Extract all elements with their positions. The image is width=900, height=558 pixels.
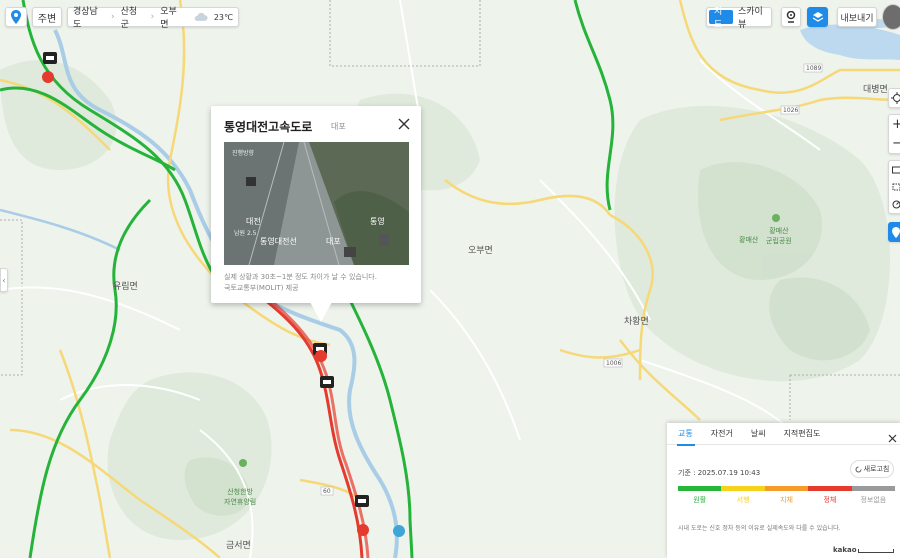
crosshair-icon [891, 92, 900, 104]
tab-bicycle[interactable]: 자전거 [711, 428, 733, 439]
cctv-icon [355, 495, 369, 507]
my-location-button[interactable] [888, 88, 900, 108]
street-view-icon [786, 11, 796, 23]
park-marker [772, 214, 780, 222]
nearby-label: 주변 [37, 13, 57, 25]
location-button[interactable] [5, 7, 27, 27]
close-button[interactable] [888, 428, 897, 447]
panel-tabs: 교통 자전거 날씨 지적편집도 [667, 423, 900, 445]
map-type-toggle: 지도 스카이뷰 [706, 4, 772, 30]
refresh-icon [855, 466, 862, 472]
popup-subtitle: 대포 [331, 122, 346, 131]
zoom-out-button[interactable]: − [892, 136, 900, 151]
layers-button[interactable] [807, 7, 828, 27]
popup-provider: 국토교통부(MOLIT) 제공 [224, 284, 299, 292]
legend-swatch [721, 486, 765, 491]
export-label: 내보내기 [840, 13, 874, 24]
close-icon [398, 118, 410, 130]
video-overlay-text: 진행방향 [232, 150, 255, 157]
panel-expand-button[interactable]: ‹ [0, 268, 8, 292]
map-type-map-button[interactable]: 지도 [709, 7, 733, 30]
legend-label: 서행 [736, 496, 750, 504]
avatar[interactable] [882, 4, 900, 30]
tab-traffic[interactable]: 교통 [678, 428, 693, 439]
cctv-video[interactable]: 진행방향 대전 남원 2.5 통영대전선 대포 통영 [224, 142, 409, 265]
popup-title: 통영대전고속도로 [224, 120, 313, 134]
map-viewport[interactable]: 1089 1026 1006 60 오부면 유림면 차황면 금서면 대병면 황매… [0, 0, 900, 558]
video-overlay-text: 남원 2.5 [234, 230, 257, 237]
traffic-timestamp: 기준 : 2025.07.19 10:43 [678, 469, 761, 477]
map-pin-icon [11, 10, 21, 24]
legend-label: 원활 [693, 496, 707, 504]
breadcrumb: 경상남도 › 산청군 › 오부면 23℃ [67, 4, 239, 30]
place-label: 황매산 [739, 236, 759, 244]
legend-swatch [678, 486, 722, 491]
close-button[interactable] [398, 115, 414, 131]
forest-marker [239, 459, 247, 467]
road-number: 1026 [783, 107, 798, 114]
chevron-left-icon: ‹ [2, 275, 6, 285]
video-overlay-text: 통영대전선 [260, 237, 297, 246]
legend-label: 지체 [780, 496, 793, 504]
popup-note: 실제 상황과 30초~1분 정도 차이가 날 수 있습니다. [224, 273, 377, 281]
zoom-controls: + − [888, 114, 900, 154]
place-label: 대병면 [863, 85, 888, 95]
cctv-popup: 통영대전고속도로 대포 진행방향 대전 남원 2.5 통영대전선 대포 통영 실… [211, 106, 421, 303]
place-label: 유림면 [113, 282, 138, 292]
map-type-sky-button[interactable]: 스카이뷰 [735, 4, 769, 30]
video-overlay-text: 대포 [326, 237, 341, 246]
tab-weather[interactable]: 날씨 [751, 428, 766, 439]
close-icon [888, 434, 897, 443]
traffic-footnote: 시내 도로는 신호 정차 등의 이유로 실제속도와 다를 수 있습니다. [678, 525, 841, 532]
legend-swatch [764, 486, 809, 491]
place-label: 황매산 군립공원 [766, 227, 792, 245]
scale-bar [858, 549, 894, 553]
nearby-button[interactable]: 주변 [32, 7, 62, 27]
poi-marker [393, 525, 405, 537]
temperature: 23℃ [213, 12, 233, 22]
place-label: 금서면 [226, 541, 251, 551]
legend-swatch [808, 486, 852, 491]
area-icon[interactable] [892, 183, 900, 191]
traffic-legend-bar [678, 486, 896, 491]
chevron-right-icon: › [111, 12, 115, 22]
video-overlay-text: 대전 [246, 217, 261, 226]
legend-label: 정체 [823, 496, 837, 504]
street-view-button[interactable] [781, 7, 801, 27]
cloud-icon [194, 12, 208, 21]
tab-cadastral[interactable]: 지적편집도 [784, 428, 821, 439]
pin-icon [892, 226, 900, 238]
place-label: 오부면 [468, 246, 493, 256]
cctv-icon [320, 376, 334, 388]
traffic-legend-labels: 원활 서행 지체 정체 정보없음 [678, 495, 895, 505]
road-view-button[interactable] [888, 222, 900, 242]
place-label: 산청한방 자연휴양림 [224, 488, 257, 506]
tool-group [888, 160, 900, 214]
zoom-in-button[interactable]: + [892, 117, 900, 132]
breadcrumb-item[interactable]: 오부면 [160, 4, 184, 30]
kakao-logo: kakao [833, 546, 857, 554]
popup-pointer [310, 302, 332, 322]
place-label: 차황면 [624, 317, 649, 327]
refresh-button[interactable]: 새로고침 [850, 460, 894, 478]
breadcrumb-item[interactable]: 경상남도 [73, 4, 105, 30]
road-number: 60 [323, 488, 331, 495]
chevron-right-icon: › [150, 12, 155, 22]
export-button[interactable]: 내보내기 [837, 7, 877, 27]
legend-label: 정보없음 [860, 496, 887, 504]
radius-icon[interactable] [892, 200, 900, 209]
road-number: 1089 [806, 65, 821, 72]
legend-swatch [851, 486, 896, 491]
active-tab-underline [677, 444, 695, 446]
video-overlay-text: 통영 [370, 217, 385, 226]
layers-icon [812, 12, 823, 22]
refresh-label: 새로고침 [863, 465, 890, 473]
road-number: 1006 [606, 360, 621, 367]
cctv-icon [43, 52, 57, 64]
distance-icon[interactable] [892, 166, 900, 174]
traffic-panel: 교통 자전거 날씨 지적편집도 기준 : 2025.07.19 10:43 새로… [667, 423, 900, 558]
breadcrumb-item[interactable]: 산청군 [121, 4, 145, 30]
